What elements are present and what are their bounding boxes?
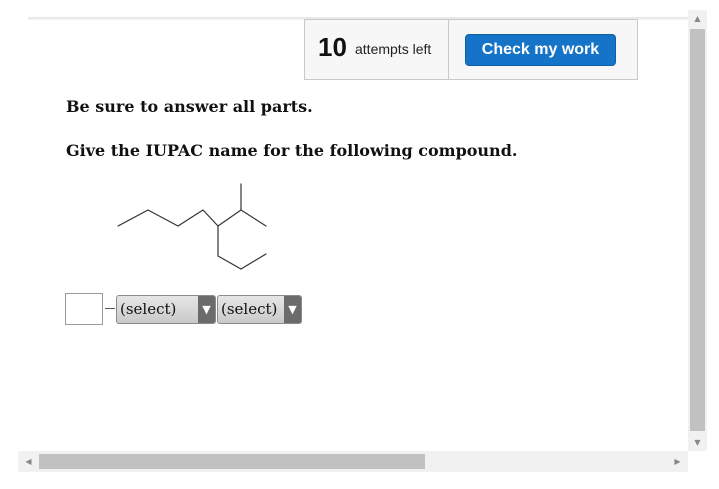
select-value: (select) xyxy=(221,300,278,318)
hyphen-separator xyxy=(105,308,115,309)
scroll-left-icon[interactable]: ◀ xyxy=(20,451,37,472)
bond xyxy=(177,209,204,227)
scroll-up-icon[interactable]: ▲ xyxy=(688,10,707,27)
bond xyxy=(117,209,149,227)
check-my-work-button[interactable]: Check my work xyxy=(465,34,616,66)
substituent-select[interactable]: (select) ▼ xyxy=(116,295,216,324)
horizontal-scroll-thumb[interactable] xyxy=(39,454,425,469)
vertical-scrollbar[interactable]: ▲ ▼ xyxy=(688,10,707,451)
vertical-scroll-thumb[interactable] xyxy=(690,29,705,431)
bond xyxy=(147,209,179,227)
bond xyxy=(240,209,267,227)
attempts-count: 10 xyxy=(318,32,347,62)
select-value: (select) xyxy=(120,300,177,318)
scroll-down-icon[interactable]: ▼ xyxy=(688,434,707,451)
parent-chain-select[interactable]: (select) ▼ xyxy=(217,295,302,324)
check-panel: Check my work xyxy=(449,19,638,80)
scroll-right-icon[interactable]: ▶ xyxy=(669,451,686,472)
compound-structure xyxy=(117,183,267,270)
bond xyxy=(202,209,219,227)
locant-number-input[interactable] xyxy=(65,293,103,325)
bond xyxy=(217,255,242,270)
horizontal-scrollbar[interactable]: ◀ ▶ xyxy=(18,451,688,472)
dropdown-arrow-icon: ▼ xyxy=(198,296,215,323)
attempts-panel: 10 attempts left xyxy=(304,19,449,80)
bond xyxy=(240,253,267,270)
dropdown-arrow-icon: ▼ xyxy=(284,296,301,323)
instruction-text: Be sure to answer all parts. xyxy=(66,97,313,116)
attempts-label: attempts left xyxy=(355,41,432,57)
question-prompt: Give the IUPAC name for the following co… xyxy=(66,141,518,160)
bond xyxy=(217,209,242,227)
